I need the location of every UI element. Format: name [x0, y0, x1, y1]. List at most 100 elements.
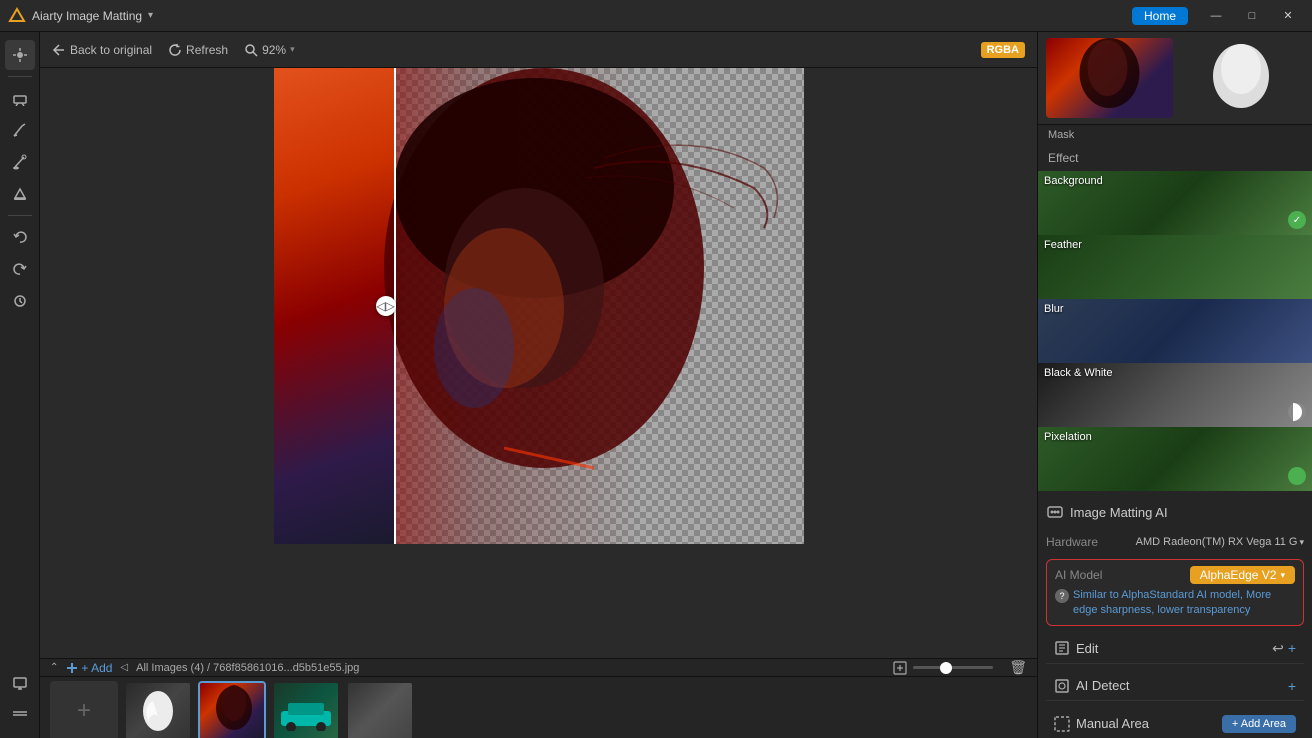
back-to-original-button[interactable]: Back to original — [52, 43, 152, 57]
thumbnail-size-slider[interactable] — [913, 666, 993, 669]
effect-pixelation-indicator — [1288, 467, 1306, 485]
zoom-slider-area — [893, 661, 993, 675]
edit-section: Edit ↩ + — [1046, 634, 1304, 664]
hardware-name: AMD Radeon(TM) RX Vega 11 G — [1136, 536, 1298, 548]
tool-divider-1 — [8, 76, 32, 77]
maximize-button[interactable]: □ — [1236, 6, 1268, 26]
app-logo-icon — [8, 7, 26, 25]
thumb-4-inner — [348, 683, 412, 738]
bw-toggle — [1288, 403, 1306, 421]
titlebar-dropdown-icon[interactable]: ▾ — [148, 10, 153, 21]
toggle-strip-button[interactable]: ⌃ — [50, 662, 58, 673]
effect-feather[interactable]: Feather — [1038, 235, 1312, 299]
hardware-row: Hardware AMD Radeon(TM) RX Vega 11 G ▾ — [1046, 533, 1304, 551]
titlebar-left: Aiarty Image Matting ▾ — [8, 7, 153, 25]
ai-icon — [1046, 503, 1064, 521]
effect-blur-label: Blur — [1044, 303, 1064, 315]
move-tool-button[interactable] — [5, 40, 35, 70]
thumb-2-inner — [200, 683, 264, 738]
add-area-button[interactable]: + Add Area — [1222, 715, 1296, 733]
delete-image-button[interactable]: 🗑 — [1009, 659, 1027, 676]
refresh-button[interactable]: Refresh — [168, 43, 228, 57]
zoom-control[interactable]: 92% ▾ — [244, 43, 295, 57]
tool-divider-2 — [8, 215, 32, 216]
app-title: Aiarty Image Matting — [32, 9, 142, 23]
edit-undo-icon[interactable]: ↩ — [1272, 640, 1284, 657]
thumbnail-2[interactable] — [198, 681, 266, 738]
thumbnail-1[interactable] — [124, 681, 192, 738]
screen-button[interactable] — [5, 668, 35, 698]
hardware-label: Hardware — [1046, 535, 1098, 549]
effect-background-label: Background — [1044, 175, 1103, 187]
close-button[interactable]: ✕ — [1272, 6, 1304, 26]
effect-background[interactable]: Background ✓ — [1038, 171, 1312, 235]
ai-model-hint: ? Similar to AlphaStandard AI model, Mor… — [1055, 588, 1295, 619]
preview-top — [1038, 32, 1312, 125]
effect-bw-label: Black & White — [1044, 367, 1112, 379]
redo-button[interactable] — [5, 254, 35, 284]
bottom-toolbar: ⌃ + Add ◁ All Images (4) / 768f85861016.… — [40, 659, 1037, 677]
image-nav-left-button[interactable]: ◁ — [120, 662, 128, 673]
add-area-label: + Add Area — [1232, 718, 1286, 730]
thumbnail-strip: + — [40, 677, 1037, 738]
ai-detect-icon — [1054, 678, 1070, 694]
zoom-value: 92% — [262, 43, 286, 57]
add-thumbnail-button[interactable]: + — [50, 681, 118, 738]
undo-button[interactable] — [5, 222, 35, 252]
effect-pixelation[interactable]: Pixelation — [1038, 427, 1312, 491]
brush-tool-button[interactable] — [5, 147, 35, 177]
effect-feather-label: Feather — [1044, 239, 1082, 251]
ai-panel: Image Matting AI Hardware AMD Radeon(TM)… — [1038, 491, 1312, 738]
ai-detect-section: AI Detect + — [1046, 672, 1304, 701]
divider-handle[interactable]: ◁▷ — [376, 296, 396, 316]
history-button[interactable] — [5, 286, 35, 316]
ai-detect-add-icon[interactable]: + — [1288, 678, 1296, 694]
ai-model-header: Image Matting AI — [1046, 499, 1304, 525]
thumb-3-preview — [276, 691, 336, 731]
ai-detect-label: AI Detect — [1076, 678, 1129, 693]
collapse-toolbar-button[interactable] — [5, 700, 35, 730]
effect-blur[interactable]: Blur — [1038, 299, 1312, 363]
ai-model-value-button[interactable]: AlphaEdge V2 ▾ — [1190, 566, 1295, 584]
thumb-1-preview — [133, 686, 183, 736]
back-icon — [52, 43, 66, 57]
add-label: + Add — [81, 661, 112, 675]
home-button[interactable]: Home — [1132, 7, 1188, 25]
plus-icon — [66, 662, 78, 674]
zoom-dropdown-icon[interactable]: ▾ — [290, 44, 295, 55]
edit-add-icon[interactable]: + — [1288, 640, 1296, 656]
thumb-1-inner — [126, 683, 190, 738]
titlebar: Aiarty Image Matting ▾ Home — □ ✕ — [0, 0, 1312, 32]
mask-label: Mask — [1038, 125, 1312, 145]
preview-mask-image — [1201, 41, 1281, 116]
hint-icon: ? — [1055, 589, 1069, 603]
effects-panel: Effect Background ✓ Feather Blur Black &… — [1038, 145, 1312, 491]
edit-section-right: ↩ + — [1272, 640, 1296, 657]
preview-rgba-image — [1046, 38, 1173, 118]
ai-model-dropdown-icon: ▾ — [1280, 570, 1285, 581]
hardware-value[interactable]: AMD Radeon(TM) RX Vega 11 G ▾ — [1136, 536, 1304, 548]
ai-model-selector-row: AI Model AlphaEdge V2 ▾ — [1055, 566, 1295, 584]
manual-area-left: Manual Area — [1054, 716, 1149, 732]
portrait-fade — [394, 68, 804, 544]
transparent-area — [394, 68, 804, 544]
left-toolbar — [0, 32, 40, 738]
hint-text: Similar to AlphaStandard AI model, More … — [1073, 588, 1295, 619]
eraser-tool-button[interactable] — [5, 83, 35, 113]
ai-model-title: Image Matting AI — [1070, 505, 1168, 520]
effect-bw[interactable]: Black & White — [1038, 363, 1312, 427]
edit-label: Edit — [1076, 641, 1098, 656]
ai-model-label: AI Model — [1055, 568, 1102, 582]
minimize-button[interactable]: — — [1200, 6, 1232, 26]
ai-detect-right: + — [1288, 678, 1296, 694]
effects-label: Effect — [1038, 145, 1312, 171]
zoom-icon — [244, 43, 258, 57]
thumbnail-4[interactable] — [346, 681, 414, 738]
pen-tool-button[interactable] — [5, 115, 35, 145]
fill-tool-button[interactable] — [5, 179, 35, 209]
bw-toggle-half — [1293, 403, 1302, 421]
thumbnail-3[interactable] — [272, 681, 340, 738]
canvas-viewport[interactable]: ◁▷ — [40, 68, 1037, 658]
image-container: ◁▷ — [274, 68, 804, 544]
add-image-button[interactable]: + Add — [66, 661, 112, 675]
